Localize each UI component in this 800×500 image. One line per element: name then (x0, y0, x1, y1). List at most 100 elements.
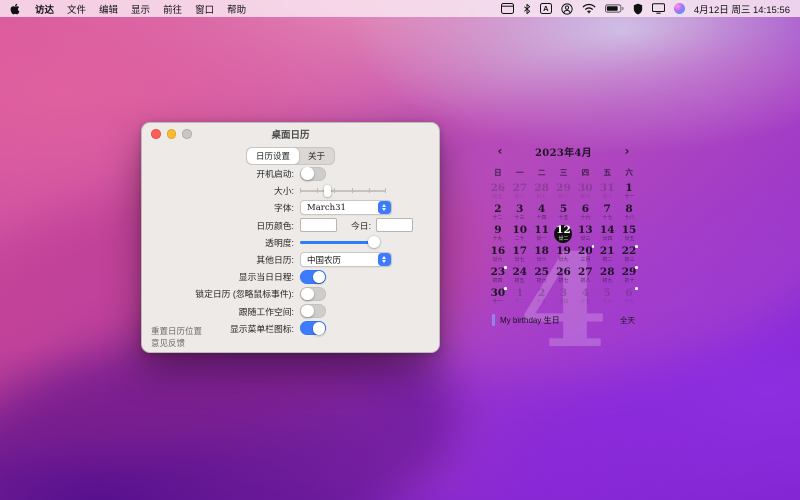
prev-month-button[interactable]: ‹ (493, 145, 507, 157)
lunar-label: 十一 (624, 195, 634, 200)
day-cell[interactable]: 17廿七 (509, 244, 531, 265)
day-cell[interactable]: 6十七 (618, 286, 640, 307)
feedback-link[interactable]: 意见反馈 (151, 338, 202, 350)
day-cell[interactable]: 26初五 (487, 181, 509, 202)
day-cell[interactable]: 10二十 (509, 223, 531, 244)
day-cell[interactable]: 5十六 (596, 286, 618, 307)
menubar-icon-toggle[interactable] (300, 321, 326, 335)
font-dropdown[interactable]: March31 (300, 200, 392, 215)
row-launch-at-login: 开机启动: (142, 165, 439, 182)
launch-at-login-toggle[interactable] (300, 167, 326, 181)
day-number: 18 (534, 246, 549, 257)
day-number: 28 (534, 183, 549, 194)
day-number: 9 (494, 225, 501, 236)
day-cell[interactable]: 25初六 (531, 265, 553, 286)
day-cell[interactable]: 27初八 (574, 265, 596, 286)
tab-calendar-settings[interactable]: 日历设置 (247, 148, 299, 164)
menu-item-2[interactable]: 文件 (67, 2, 86, 16)
input-source-icon[interactable]: A (540, 3, 552, 14)
day-cell[interactable]: 15廿五 (618, 223, 640, 244)
day-cell[interactable]: 4十五 (574, 286, 596, 307)
size-slider-thumb[interactable] (324, 185, 331, 197)
day-cell[interactable]: 14廿四 (596, 223, 618, 244)
menu-item-1[interactable]: 访达 (35, 2, 54, 16)
follow-spaces-toggle[interactable] (300, 304, 326, 318)
user-icon[interactable] (561, 2, 573, 15)
day-cell[interactable]: 16廿六 (487, 244, 509, 265)
battery-icon[interactable] (605, 2, 624, 15)
day-cell[interactable]: 5十五 (553, 202, 575, 223)
day-cell[interactable]: 28初七 (531, 181, 553, 202)
tick (352, 188, 353, 193)
menu-item-5[interactable]: 前往 (163, 2, 182, 16)
day-cell[interactable]: 22初三 (618, 244, 640, 265)
day-cell[interactable]: 1十一 (618, 181, 640, 202)
day-cell[interactable]: 1十二 (509, 286, 531, 307)
apple-menu-icon[interactable] (10, 3, 20, 15)
lock-calendar-toggle[interactable] (300, 287, 326, 301)
day-cell[interactable]: 31初十 (596, 181, 618, 202)
day-cell[interactable]: 4十四 (531, 202, 553, 223)
day-cell[interactable]: 23初四 (487, 265, 509, 286)
size-slider[interactable] (300, 185, 386, 197)
day-cell[interactable]: 28初九 (596, 265, 618, 286)
lunar-label: 廿六 (493, 258, 503, 263)
event-row[interactable]: My birthday 生日 全天 (487, 314, 640, 326)
day-cell[interactable]: 24初五 (509, 265, 531, 286)
lunar-label: 十九 (493, 237, 503, 242)
calendar-color-well[interactable] (300, 218, 337, 232)
day-cell[interactable]: 3十四 (553, 286, 575, 307)
lunar-label: 廿四 (602, 237, 612, 242)
day-cell[interactable]: 27初六 (509, 181, 531, 202)
menubar-clock[interactable]: 4月12日 周三 14:15:56 (694, 2, 790, 16)
other-calendar-dropdown[interactable]: 中国农历 (300, 252, 392, 267)
day-number: 2 (538, 288, 545, 299)
wifi-icon[interactable] (582, 2, 596, 15)
day-number: 3 (560, 288, 567, 299)
show-today-events-toggle[interactable] (300, 270, 326, 284)
day-cell[interactable]: 2十二 (487, 202, 509, 223)
minimize-button[interactable] (167, 129, 177, 139)
day-number: 21 (600, 246, 615, 257)
menu-item-6[interactable]: 窗口 (195, 2, 214, 16)
day-cell[interactable]: 3十三 (509, 202, 531, 223)
next-month-button[interactable]: › (620, 145, 634, 157)
day-cell[interactable]: 12廿二 (553, 223, 575, 244)
day-cell[interactable]: 26初七 (553, 265, 575, 286)
day-cell[interactable]: 20三月 (574, 244, 596, 265)
opacity-slider-thumb[interactable] (368, 236, 380, 248)
day-cell[interactable]: 29初十 (618, 265, 640, 286)
day-cell[interactable]: 30十一 (487, 286, 509, 307)
day-cell[interactable]: 30初九 (574, 181, 596, 202)
day-cell[interactable]: 21初二 (596, 244, 618, 265)
menu-item-3[interactable]: 编辑 (99, 2, 118, 16)
day-cell[interactable]: 6十六 (574, 202, 596, 223)
day-cell[interactable]: 13廿三 (574, 223, 596, 244)
display-icon[interactable] (652, 2, 665, 15)
siri-icon[interactable] (674, 3, 685, 14)
weekday-label: 三 (553, 167, 575, 178)
day-cell[interactable]: 7十七 (596, 202, 618, 223)
tick (385, 188, 386, 193)
security-icon[interactable] (633, 2, 643, 15)
today-color-well[interactable] (376, 218, 413, 232)
day-cell[interactable]: 2十三 (531, 286, 553, 307)
day-cell[interactable]: 29初八 (553, 181, 575, 202)
bluetooth-icon[interactable] (523, 2, 531, 15)
reset-position-link[interactable]: 重置日历位置 (151, 326, 202, 338)
window-titlebar[interactable]: 桌面日历 (142, 123, 439, 145)
tab-about[interactable]: 关于 (299, 148, 334, 164)
menu-item-7[interactable]: 帮助 (227, 2, 246, 16)
weekday-label: 四 (574, 167, 596, 178)
opacity-label: 透明度: (142, 236, 300, 249)
day-cell[interactable]: 18廿八 (531, 244, 553, 265)
calendar-menubar-icon[interactable] (501, 2, 514, 15)
day-cell[interactable]: 19廿九 (553, 244, 575, 265)
day-cell[interactable]: 11廿一 (531, 223, 553, 244)
row-other-calendar: 其他日历: 中国农历 (142, 251, 439, 268)
day-cell[interactable]: 9十九 (487, 223, 509, 244)
day-cell[interactable]: 8十八 (618, 202, 640, 223)
menu-item-4[interactable]: 显示 (131, 2, 150, 16)
opacity-slider[interactable] (300, 236, 380, 249)
close-button[interactable] (151, 129, 161, 139)
